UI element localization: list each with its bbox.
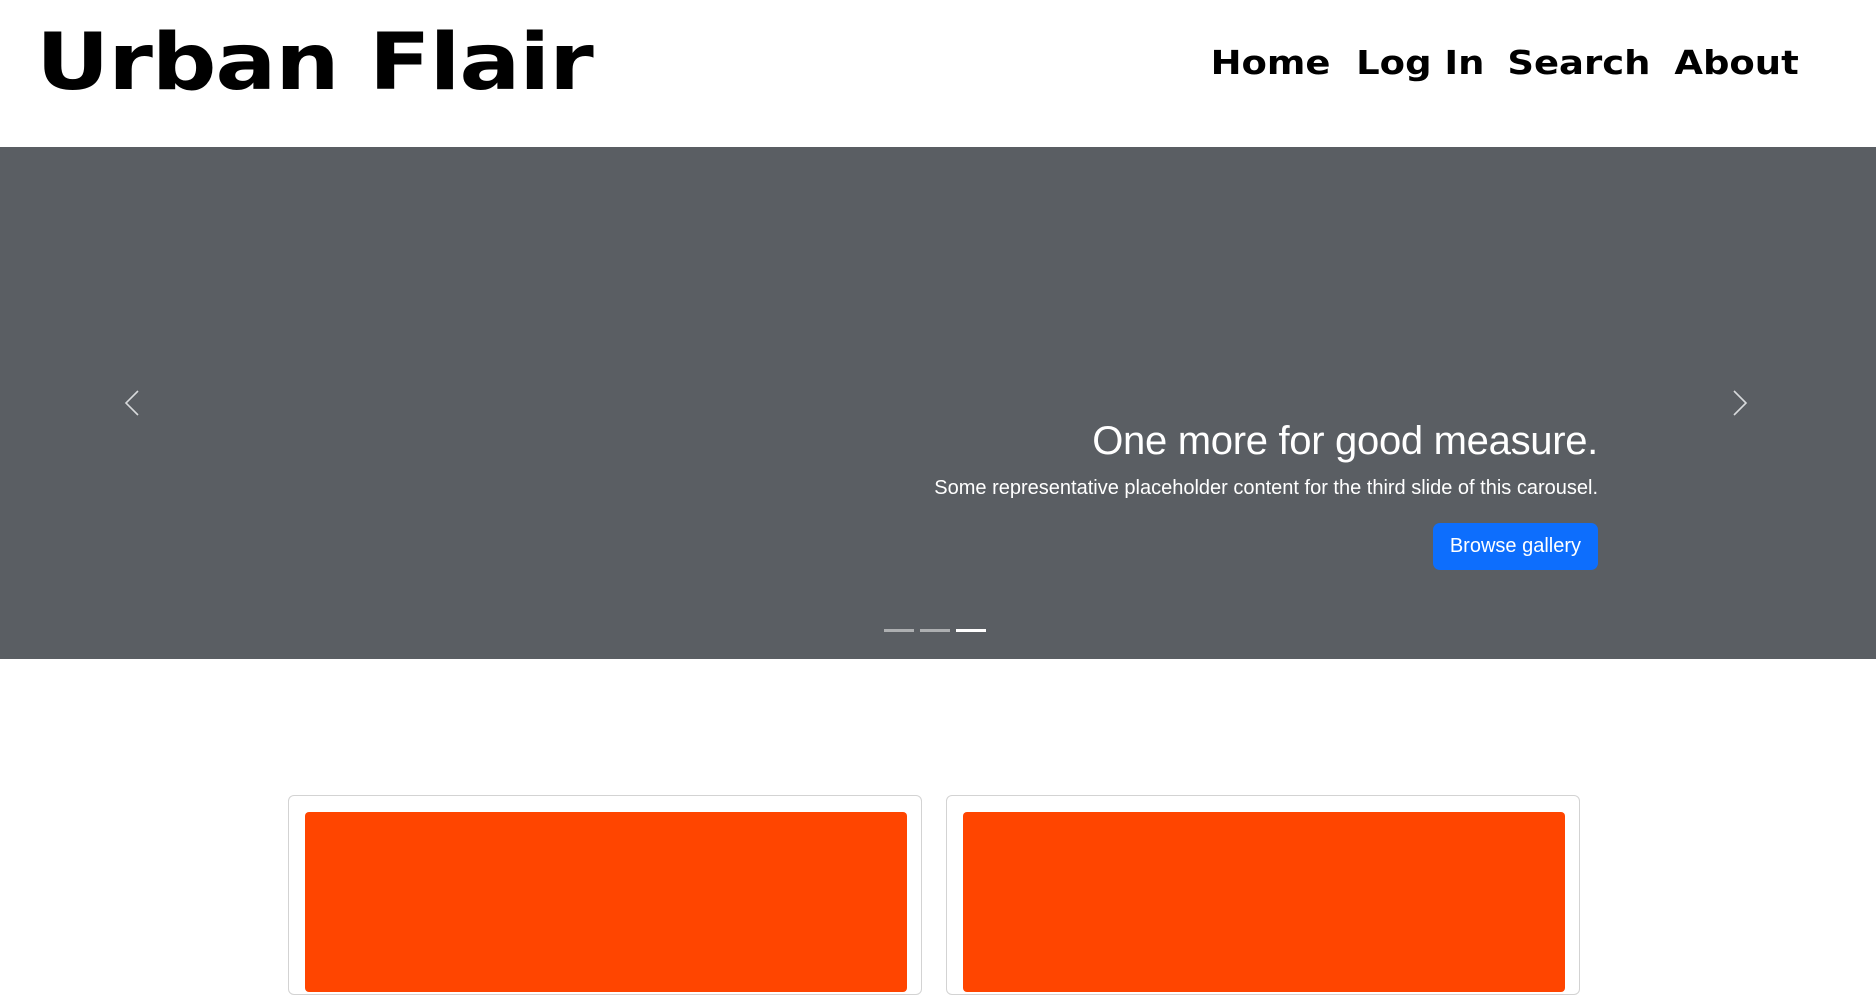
card-image (963, 812, 1565, 992)
carousel-indicator-1[interactable] (884, 629, 914, 632)
nav-about[interactable]: About (1656, 43, 1816, 82)
carousel-indicators (884, 629, 986, 632)
card-grid (288, 795, 1580, 995)
slide-title: One more for good measure. (1092, 419, 1598, 463)
nav-home[interactable]: Home (1193, 43, 1349, 82)
nav-search[interactable]: Search (1490, 43, 1669, 82)
hero-carousel: One more for good measure. Some represen… (0, 147, 1876, 659)
browse-gallery-button[interactable]: Browse gallery (1432, 523, 1598, 570)
carousel-prev-button[interactable] (113, 383, 153, 423)
main-nav: Home Log In Search About (1201, 34, 1808, 90)
slide-text: Some representative placeholder content … (934, 477, 1598, 499)
chevron-left-icon (124, 390, 139, 416)
brand-logo[interactable]: Urban Flair (36, 18, 594, 108)
carousel-next-button[interactable] (1719, 383, 1759, 423)
card-image (305, 812, 907, 992)
card (946, 795, 1580, 995)
carousel-indicator-2[interactable] (920, 629, 950, 632)
carousel-indicator-3[interactable] (956, 629, 986, 632)
chevron-right-icon (1733, 390, 1748, 416)
site-header: Urban Flair Home Log In Search About (0, 0, 1876, 147)
card (288, 795, 922, 995)
nav-log-in[interactable]: Log In (1338, 43, 1502, 82)
slide-caption: One more for good measure. Some represen… (934, 417, 1598, 570)
